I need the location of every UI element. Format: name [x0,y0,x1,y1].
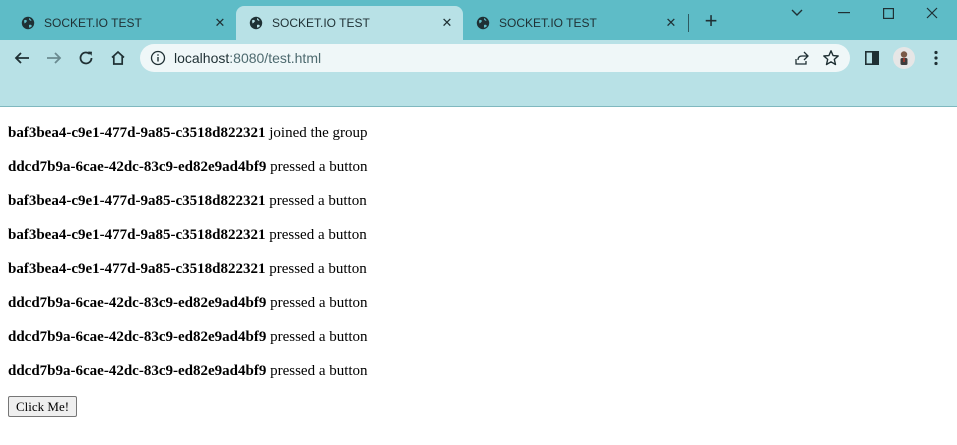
forward-arrow-icon[interactable] [40,44,68,72]
action-text: pressed a button [265,261,367,277]
tab-strip: SOCKET.IO TEST ✕ SOCKET.IO TEST ✕ SOCKET… [0,0,957,40]
home-icon[interactable] [104,44,132,72]
action-text: joined the group [265,125,368,141]
log-entry: ddcd7b9a-6cae-42dc-83c9-ed82e9ad4bf9 pre… [8,362,368,396]
log-entry: ddcd7b9a-6cae-42dc-83c9-ed82e9ad4bf9 pre… [8,158,368,192]
share-icon[interactable] [794,50,810,66]
close-window-icon[interactable] [910,0,954,26]
tab-title: SOCKET.IO TEST [499,16,597,30]
user-id: baf3bea4-c9e1-477d-9a85-c3518d822321 [8,193,266,209]
action-text: pressed a button [266,295,368,311]
user-id: baf3bea4-c9e1-477d-9a85-c3518d822321 [8,227,266,243]
bookmark-star-icon[interactable] [822,49,840,67]
click-me-button[interactable]: Click Me! [8,396,78,417]
user-id: ddcd7b9a-6cae-42dc-83c9-ed82e9ad4bf9 [8,295,267,311]
log-entry: ddcd7b9a-6cae-42dc-83c9-ed82e9ad4bf9 pre… [8,294,368,328]
tab-2-active[interactable]: SOCKET.IO TEST ✕ [236,6,463,40]
maximize-icon[interactable] [866,0,910,26]
tab-3[interactable]: SOCKET.IO TEST ✕ [463,6,687,40]
address-bar[interactable]: localhost:8080/test.html [140,44,850,72]
tab-title: SOCKET.IO TEST [44,16,142,30]
url-host: localhost [174,50,230,66]
action-text: pressed a button [266,159,368,175]
action-text: pressed a button [266,329,368,345]
user-id: ddcd7b9a-6cae-42dc-83c9-ed82e9ad4bf9 [8,329,267,345]
globe-icon [20,15,36,31]
bookmarks-bar [0,76,957,107]
log-entry: baf3bea4-c9e1-477d-9a85-c3518d822321 joi… [8,124,368,158]
tab-1[interactable]: SOCKET.IO TEST ✕ [0,6,236,40]
minimize-icon[interactable] [822,0,866,26]
user-id: ddcd7b9a-6cae-42dc-83c9-ed82e9ad4bf9 [8,363,267,379]
tab-separator [688,14,689,32]
user-id: baf3bea4-c9e1-477d-9a85-c3518d822321 [8,261,266,277]
globe-icon [475,15,491,31]
menu-kebab-icon[interactable] [922,44,950,72]
url-path: :8080/test.html [229,50,322,66]
site-info-icon[interactable] [150,50,166,66]
log-entry: ddcd7b9a-6cae-42dc-83c9-ed82e9ad4bf9 pre… [8,328,368,362]
close-icon[interactable]: ✕ [212,15,228,31]
log-entry: baf3bea4-c9e1-477d-9a85-c3518d822321 pre… [8,260,368,294]
globe-icon [248,15,264,31]
action-text: pressed a button [265,227,367,243]
action-text: pressed a button [265,193,367,209]
profile-avatar[interactable] [890,44,918,72]
tab-title: SOCKET.IO TEST [272,16,370,30]
reload-icon[interactable] [72,44,100,72]
close-icon[interactable]: ✕ [663,15,679,31]
log-entry: baf3bea4-c9e1-477d-9a85-c3518d822321 pre… [8,192,368,226]
tab-search-chevron-icon[interactable] [775,0,819,26]
log-entry: baf3bea4-c9e1-477d-9a85-c3518d822321 pre… [8,226,368,260]
url-text[interactable]: localhost:8080/test.html [174,50,321,66]
new-tab-plus-icon[interactable]: + [700,10,722,33]
action-text: pressed a button [266,363,368,379]
side-panel-icon[interactable] [858,44,886,72]
close-icon[interactable]: ✕ [439,15,455,31]
user-id: ddcd7b9a-6cae-42dc-83c9-ed82e9ad4bf9 [8,159,267,175]
message-log: baf3bea4-c9e1-477d-9a85-c3518d822321 joi… [8,124,368,396]
back-arrow-icon[interactable] [8,44,36,72]
user-id: baf3bea4-c9e1-477d-9a85-c3518d822321 [8,125,266,141]
browser-toolbar: localhost:8080/test.html [0,40,957,76]
